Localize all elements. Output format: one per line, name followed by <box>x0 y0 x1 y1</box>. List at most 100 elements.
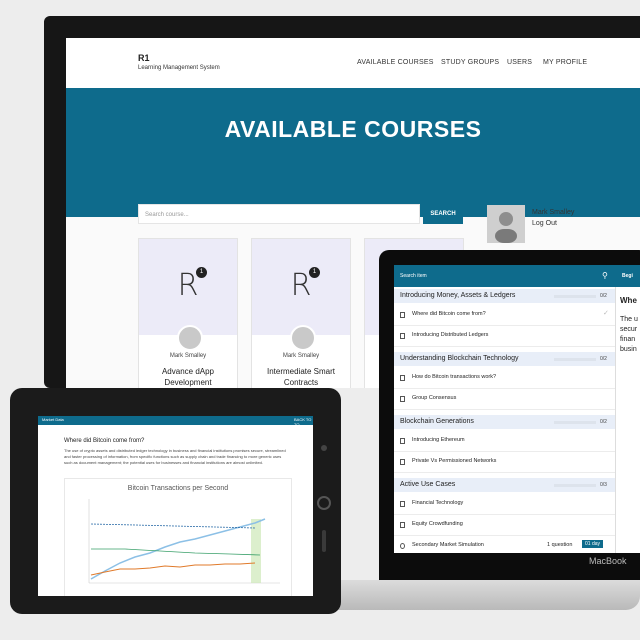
section-count: 0/2 <box>600 356 607 362</box>
course-card[interactable]: R 1 Mark Smalley Intermediate Smart Contr… <box>251 238 351 388</box>
speaker-grille <box>322 530 326 552</box>
progress-bar <box>554 421 596 424</box>
laptop-brand: MacBook <box>589 556 627 566</box>
course-title: Advance dApp Development <box>161 367 215 387</box>
course-author: Mark Smalley <box>282 353 320 359</box>
page-title: AVAILABLE COURSES <box>224 116 482 142</box>
lesson-item[interactable]: Group Consensus <box>394 389 615 410</box>
author-avatar <box>290 325 316 351</box>
document-icon <box>400 522 405 528</box>
section-title: Blockchain Generations <box>400 418 474 425</box>
lesson-item[interactable]: Financial Technology <box>394 494 615 515</box>
lesson-label: Group Consensus <box>412 395 457 401</box>
lesson-item[interactable]: Where did Bitcoin come from? ✓ <box>394 305 615 326</box>
author-avatar <box>177 325 203 351</box>
item-search-input[interactable]: Search item <box>400 273 427 279</box>
laptop-search-bar: Search item ⚲ Begi <box>394 265 640 287</box>
series-line <box>90 523 256 529</box>
course-search-input[interactable]: Search course... <box>138 204 420 224</box>
section-title: Active Use Cases <box>400 481 456 488</box>
section-header[interactable]: Introducing Money, Assets & Ledgers 0/2 <box>394 289 615 303</box>
highlight-band <box>251 519 261 583</box>
avatar-icon <box>495 212 517 243</box>
document-icon <box>400 375 405 381</box>
nav-study-groups[interactable]: STUDY GROUPS <box>441 59 499 66</box>
section-header[interactable]: Blockchain Generations 0/2 <box>394 415 615 429</box>
duration-badge: 01 day <box>582 540 604 548</box>
section-count: 0/2 <box>600 419 607 425</box>
progress-bar <box>554 295 596 298</box>
document-icon <box>400 438 405 444</box>
lesson-item[interactable]: Private Vs Permissioned Networks <box>394 452 615 473</box>
progress-bar <box>554 358 596 361</box>
profile-name: Mark Smalley <box>532 209 575 216</box>
lesson-label: Introducing Ethereum <box>412 437 465 443</box>
lesson-label: Financial Technology <box>412 500 464 506</box>
lesson-question: Where did Bitcoin come from? <box>64 438 145 444</box>
document-icon <box>400 459 405 465</box>
lesson-item[interactable]: Equity Crowdfunding <box>394 515 615 536</box>
back-link[interactable]: BACK TO TO <box>294 417 313 427</box>
lesson-content-pane: Whe The u secur finan busin <box>615 287 640 553</box>
lesson-text: busin <box>620 346 637 353</box>
search-button[interactable]: SEARCH <box>423 204 463 224</box>
course-badge: 1 <box>309 267 320 278</box>
document-icon <box>400 501 405 507</box>
avatar <box>487 205 525 243</box>
chart-panel: Bitcoin Transactions per Second <box>64 478 292 596</box>
question-count: 1 question <box>547 542 573 548</box>
course-logo: R <box>177 268 199 303</box>
document-icon <box>400 396 405 402</box>
document-icon <box>400 333 405 339</box>
laptop-screen: Search item ⚲ Begi Introducing Money, As… <box>394 265 640 553</box>
nav-my-profile[interactable]: MY PROFILE <box>543 59 587 66</box>
lesson-text: finan <box>620 336 636 343</box>
lesson-label: Equity Crowdfunding <box>412 521 463 527</box>
tablet-bar-title: Market Data <box>42 417 64 422</box>
section-title: Understanding Blockchain Technology <box>400 355 519 362</box>
nav-available-courses[interactable]: AVAILABLE COURSES <box>357 59 434 66</box>
lesson-text: The u <box>620 316 638 323</box>
logout-link[interactable]: Log Out <box>532 220 557 227</box>
section-count: 0/2 <box>600 293 607 299</box>
chart-svg <box>88 499 280 584</box>
course-logo: R <box>290 268 312 303</box>
lesson-label: Where did Bitcoin come from? <box>412 311 486 317</box>
course-title: Intermediate Smart Contracts <box>266 367 336 387</box>
series-line <box>91 548 261 556</box>
nav-users[interactable]: USERS <box>507 59 532 66</box>
lesson-label: Secondary Market Simulation <box>412 542 484 548</box>
section-header[interactable]: Active Use Cases 0/3 <box>394 478 615 492</box>
section-header[interactable]: Understanding Blockchain Technology 0/2 <box>394 352 615 366</box>
begin-button[interactable]: Begi <box>622 273 633 279</box>
progress-bar <box>554 484 596 487</box>
brand-subtitle: Learning Management System <box>138 65 220 71</box>
course-author: Mark Smalley <box>169 353 207 359</box>
lesson-label: Introducing Distributed Ledgers <box>412 332 489 338</box>
document-icon <box>400 312 405 318</box>
lesson-label: Private Vs Permissioned Networks <box>412 458 497 464</box>
search-icon[interactable]: ⚲ <box>602 271 608 280</box>
top-navbar: R1 Learning Management System AVAILABLE … <box>66 38 640 88</box>
lesson-item[interactable]: Secondary Market Simulation 1 question 0… <box>394 536 615 553</box>
lesson-item[interactable]: Introducing Distributed Ledgers <box>394 326 615 347</box>
lesson-text: secur <box>620 326 638 333</box>
clock-icon <box>400 543 405 549</box>
lesson-item[interactable]: Introducing Ethereum <box>394 431 615 452</box>
course-badge: 1 <box>196 267 207 278</box>
camera-icon <box>321 445 327 451</box>
section-count: 0/3 <box>600 482 607 488</box>
course-card[interactable]: R 1 Mark Smalley Advance dApp Development <box>138 238 238 388</box>
section-title: Introducing Money, Assets & Ledgers <box>400 292 516 299</box>
lesson-label: How do Bitcoin transactions work? <box>412 374 497 380</box>
lesson-item[interactable]: How do Bitcoin transactions work? <box>394 368 615 389</box>
brand-title[interactable]: R1 <box>138 53 150 63</box>
hero-banner: AVAILABLE COURSES <box>66 88 640 217</box>
laptop-base <box>316 580 640 610</box>
tablet-screen: Market Data BACK TO TO Where did Bitcoin… <box>38 416 313 596</box>
home-button-icon[interactable] <box>317 496 331 510</box>
lesson-paragraph: The use of crypto assets and distributed… <box>64 448 286 465</box>
tablet-top-bar: Market Data BACK TO TO <box>38 416 313 427</box>
check-icon: ✓ <box>603 310 609 317</box>
lesson-heading: Whe <box>620 296 637 305</box>
